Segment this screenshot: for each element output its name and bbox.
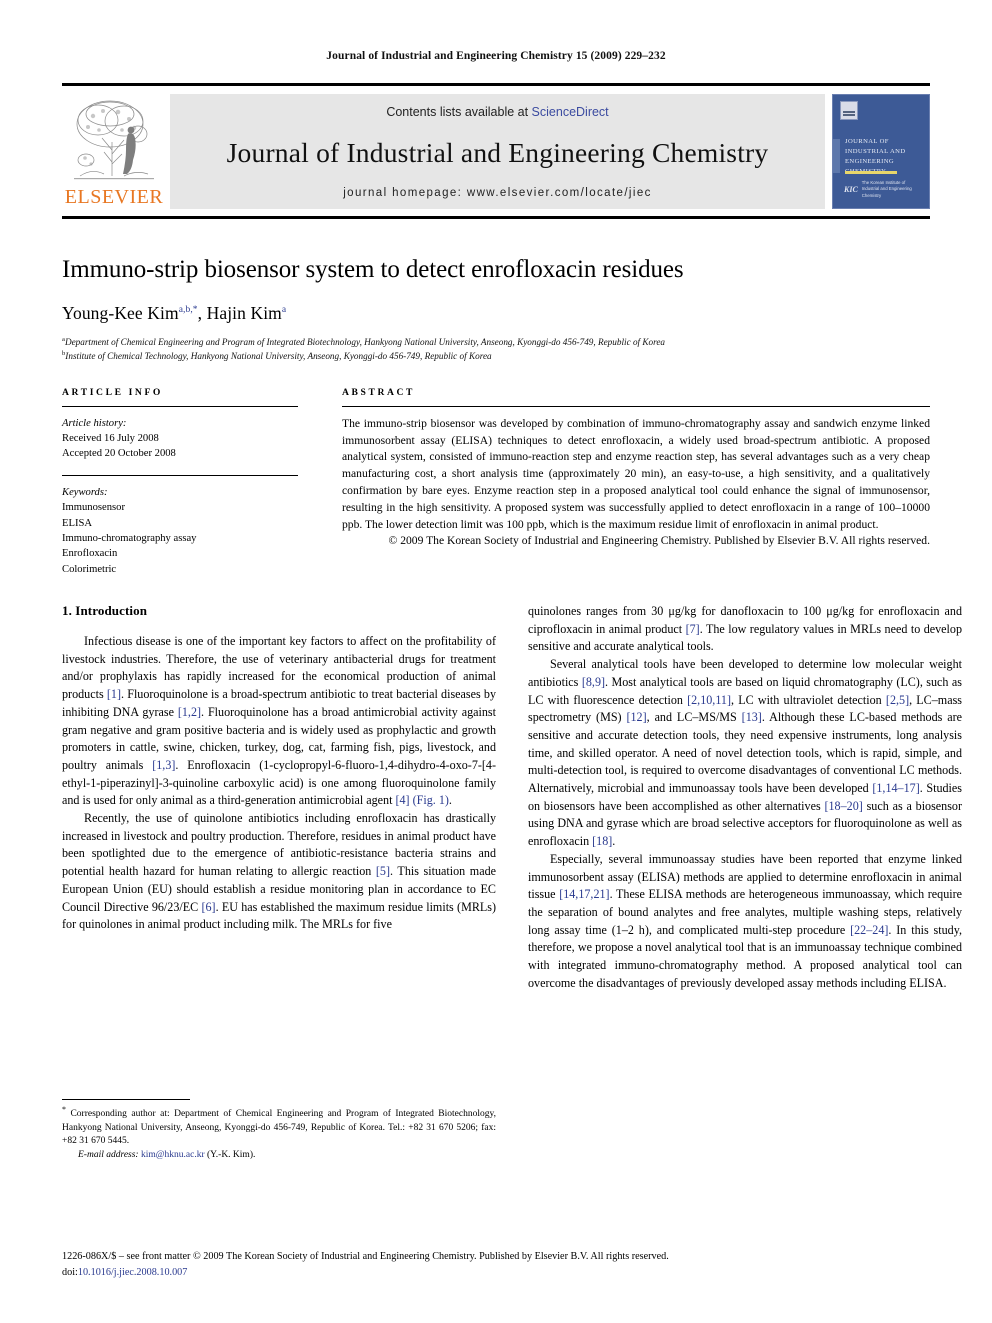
contents-line: Contents lists available at ScienceDirec… xyxy=(386,105,608,119)
citation-ref[interactable]: [6] xyxy=(201,900,215,914)
journal-title: Journal of Industrial and Engineering Ch… xyxy=(226,137,769,168)
footnote-divider xyxy=(62,1098,190,1100)
journal-cover-thumbnail[interactable]: Journal of Industrial and Engineering Ch… xyxy=(832,94,930,209)
citation-ref[interactable]: [1,14–17] xyxy=(872,781,919,795)
body-column-right: quinolones ranges from 30 μg/kg for dano… xyxy=(528,603,962,992)
affiliations: aDepartment of Chemical Engineering and … xyxy=(62,335,930,363)
email-owner: (Y.-K. Kim). xyxy=(206,1150,256,1161)
corresponding-author-note: * Corresponding author at: Department of… xyxy=(62,1104,496,1147)
author-marks: a,b,* xyxy=(178,304,198,315)
front-matter-line: 1226-086X/$ – see front matter © 2009 Th… xyxy=(62,1251,669,1263)
body-columns: 1. Introduction Infectious disease is on… xyxy=(62,603,962,1163)
keyword-item: ELISA xyxy=(62,517,93,529)
email-link[interactable]: kim@hknu.ac.kr xyxy=(141,1150,205,1160)
author-list: Young-Kee Kima,b,*, Hajin Kima xyxy=(62,302,287,323)
section-title-introduction: 1. Introduction xyxy=(62,602,148,618)
keyword-item: Immunosensor xyxy=(62,502,125,514)
citation-ref[interactable]: [2,10,11] xyxy=(687,693,731,707)
sciencedirect-link[interactable]: ScienceDirect xyxy=(532,105,609,119)
citation-ref[interactable]: [18–20] xyxy=(824,799,862,813)
citation-ref[interactable]: [18] xyxy=(592,834,612,848)
elsevier-wordmark: ELSEVIER xyxy=(64,186,164,208)
elsevier-logo: ELSEVIER xyxy=(62,94,166,209)
keyword-item: Immuno-chromatography assay xyxy=(62,532,197,544)
citation-ref[interactable]: [8,9] xyxy=(582,675,605,689)
contents-prefix: Contents lists available at xyxy=(386,105,532,119)
running-head: Journal of Industrial and Engineering Ch… xyxy=(326,50,666,62)
affiliation-line: bInstitute of Chemical Technology, Hanky… xyxy=(62,349,930,363)
society-logo-text: KIC xyxy=(844,184,858,194)
divider xyxy=(62,405,298,407)
citation-ref[interactable]: [2,5] xyxy=(886,693,909,707)
society-name-text: The Korean Institute of Industrial and E… xyxy=(861,179,912,198)
author-name: Hajin Kim xyxy=(206,302,282,323)
paragraph: Recently, the use of quinolone antibioti… xyxy=(62,811,497,932)
citation-ref[interactable]: [1,2] xyxy=(178,705,201,719)
citation-ref[interactable]: [14,17,21] xyxy=(559,887,609,901)
cover-side-band xyxy=(833,139,840,173)
figure-ref[interactable]: (Fig. 1) xyxy=(413,793,449,807)
paper-page: Journal of Industrial and Engineering Ch… xyxy=(0,0,992,1323)
abstract-column: ABSTRACT The immuno-strip biosensor was … xyxy=(320,387,930,562)
paragraph: Especially, several immunoassay studies … xyxy=(528,851,962,990)
asterisk-icon: * xyxy=(62,1104,66,1114)
keywords-label: Keywords: xyxy=(62,486,108,498)
abstract-text: The immuno-strip biosensor was developed… xyxy=(342,416,930,531)
keyword-item: Enrofloxacin xyxy=(62,548,118,560)
doi-link[interactable]: 10.1016/j.jiec.2008.10.007 xyxy=(78,1267,188,1278)
affiliation-text: Department of Chemical Engineering and P… xyxy=(64,336,666,347)
affiliation-line: aDepartment of Chemical Engineering and … xyxy=(62,335,930,349)
journal-homepage-link[interactable]: journal homepage: www.elsevier.com/locat… xyxy=(343,187,652,199)
paragraph: quinolones ranges from 30 μg/kg for dano… xyxy=(528,603,962,654)
citation-ref[interactable]: [22–24] xyxy=(850,923,888,937)
paragraph: Several analytical tools have been devel… xyxy=(528,657,963,849)
elsevier-tree-icon xyxy=(74,100,154,180)
author-name: Young-Kee Kim xyxy=(62,302,179,323)
bottom-matter: 1226-086X/$ – see front matter © 2009 Th… xyxy=(62,1249,930,1280)
author-marks: a xyxy=(281,304,287,315)
citation-ref[interactable]: [1] xyxy=(107,687,121,701)
page-title: Immuno-strip biosensor system to detect … xyxy=(62,256,684,283)
cover-accent-rule xyxy=(845,171,897,174)
journal-banner: Contents lists available at ScienceDirec… xyxy=(170,94,825,209)
email-note: E-mail address: kim@hknu.ac.kr (Y.-K. Ki… xyxy=(62,1149,496,1163)
doi-label: doi: xyxy=(62,1266,78,1278)
title-block: Immuno-strip biosensor system to detect … xyxy=(62,255,930,363)
divider xyxy=(62,474,298,476)
keyword-item: Colorimetric xyxy=(62,563,117,575)
footnote-block: * Corresponding author at: Department of… xyxy=(62,1098,496,1163)
citation-ref[interactable]: [7] xyxy=(686,622,700,636)
affiliation-text: Institute of Chemical Technology, Hankyo… xyxy=(65,350,492,361)
info-abstract-row: ARTICLE INFO Article history: Received 1… xyxy=(62,387,930,577)
article-history-accepted: Accepted 20 October 2008 xyxy=(62,448,176,460)
citation-ref[interactable]: [1,3] xyxy=(152,758,175,772)
article-info-heading: ARTICLE INFO xyxy=(62,386,163,398)
citation-ref[interactable]: [13] xyxy=(742,710,762,724)
abstract-heading: ABSTRACT xyxy=(342,386,416,398)
journal-masthead: ELSEVIER Contents lists available at Sci… xyxy=(62,83,930,219)
citation-ref[interactable]: [12] xyxy=(626,710,646,724)
abstract-copyright: © 2009 The Korean Society of Industrial … xyxy=(388,534,931,548)
cover-society-mark: KIC The Korean Institute of Industrial a… xyxy=(844,180,921,199)
citation-ref[interactable]: [5] xyxy=(376,864,390,878)
citation-ref[interactable]: [4] xyxy=(395,793,409,807)
article-history-received: Received 16 July 2008 xyxy=(62,433,159,445)
doi-line: doi:10.1016/j.jiec.2008.10.007 xyxy=(62,1265,930,1280)
paragraph: Infectious disease is one of the importa… xyxy=(62,633,497,808)
body-column-left: 1. Introduction Infectious disease is on… xyxy=(62,603,496,1163)
email-label: E-mail address: xyxy=(78,1150,139,1161)
cover-emblem-icon xyxy=(840,101,858,120)
divider xyxy=(342,405,930,407)
article-info-column: ARTICLE INFO Article history: Received 1… xyxy=(62,387,320,577)
article-history-label: Article history: xyxy=(62,417,127,429)
